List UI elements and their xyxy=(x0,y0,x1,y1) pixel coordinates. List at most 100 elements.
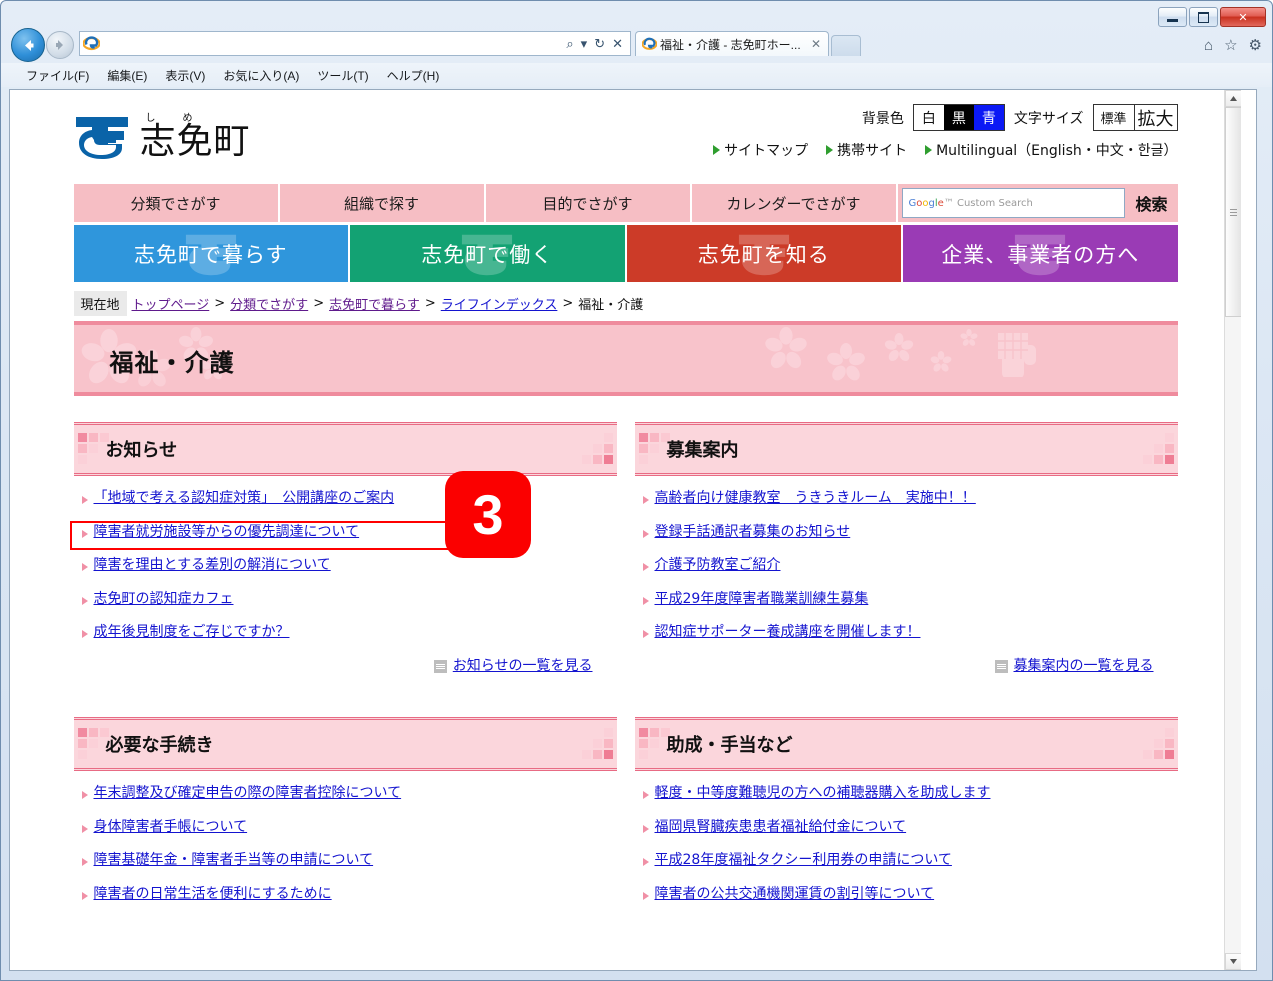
breadcrumb-item-lifeindex[interactable]: ライフインデックス xyxy=(441,294,558,313)
notice-link-4[interactable]: 志免町の認知症カフェ xyxy=(94,591,234,609)
stop-icon[interactable]: ✕ xyxy=(612,37,623,50)
list-item[interactable]: 平成29年度障害者職業訓練生募集 xyxy=(635,591,1178,609)
menu-edit[interactable]: 編集(E) xyxy=(98,65,156,86)
tab-close-icon[interactable]: ✕ xyxy=(808,37,824,51)
nav-tab-organization[interactable]: 組織で探す xyxy=(279,184,484,222)
recruitment-more-link[interactable]: 募集案内の一覧を見る xyxy=(1014,658,1154,676)
list-item[interactable]: 身体障害者手帳について xyxy=(74,819,617,837)
notices-more-link[interactable]: お知らせの一覧を見る xyxy=(453,658,593,676)
subsidy-link-4[interactable]: 障害者の公共交通機関運賃の割引等について xyxy=(655,886,935,904)
nav-tab-purpose[interactable]: 目的でさがす xyxy=(485,184,690,222)
logo-ruby: しめ xyxy=(146,109,257,124)
address-bar[interactable]: ⌕ ▾ ↻ ✕ xyxy=(79,31,631,56)
utility-links: サイトマップ 携帯サイト Multilingual（English・中文・한글） xyxy=(713,140,1178,160)
new-tab-button[interactable] xyxy=(831,35,861,56)
list-item[interactable]: 障害者就労施設等からの優先調達について xyxy=(74,524,617,542)
list-item[interactable]: 障害を理由とする差別の解消について xyxy=(74,557,617,575)
notice-link-1[interactable]: 「地域で考える認知症対策」 公開講座のご案内 xyxy=(94,490,395,508)
nav-tab-calendar[interactable]: カレンダーでさがす xyxy=(691,184,896,222)
notices-more-row[interactable]: お知らせの一覧を見る xyxy=(74,658,617,676)
page-title: 福祉・介護 xyxy=(109,349,235,377)
breadcrumb-item-living[interactable]: 志免町で暮らす xyxy=(329,294,420,313)
gear-icon[interactable]: ⚙ xyxy=(1249,38,1262,53)
scroll-down-button[interactable] xyxy=(1225,953,1241,970)
search-input[interactable]: Google™ Custom Search xyxy=(901,188,1126,218)
bgcolor-white-button[interactable]: 白 xyxy=(913,105,944,130)
list-item[interactable]: 介護予防教室ご紹介 xyxy=(635,557,1178,575)
list-item[interactable]: 認知症サポーター養成講座を開催します！ xyxy=(635,624,1178,642)
banner-know[interactable]: 志免町を知る xyxy=(626,225,901,282)
recruitment-link-5[interactable]: 認知症サポーター養成講座を開催します！ xyxy=(655,624,921,642)
recruitment-link-3[interactable]: 介護予防教室ご紹介 xyxy=(655,557,781,575)
banner-business[interactable]: 企業、事業者の方へ xyxy=(903,225,1178,282)
menu-file[interactable]: ファイル(F) xyxy=(17,65,98,86)
maximize-button[interactable] xyxy=(1189,7,1218,27)
home-icon[interactable]: ⌂ xyxy=(1204,38,1213,53)
refresh-icon[interactable]: ↻ xyxy=(594,37,605,50)
list-item[interactable]: 志免町の認知症カフェ xyxy=(74,591,617,609)
breadcrumb-item-top[interactable]: トップページ xyxy=(132,294,210,313)
search-icon[interactable]: ⌕ xyxy=(566,37,573,50)
forward-button[interactable] xyxy=(46,31,74,59)
list-item[interactable]: 年末調整及び確定申告の際の障害者控除について xyxy=(74,785,617,803)
close-button[interactable]: ✕ xyxy=(1220,7,1266,27)
list-item[interactable]: 平成28年度福祉タクシー利用券の申請について xyxy=(635,852,1178,870)
list-item[interactable]: 成年後見制度をご存じですか？ xyxy=(74,624,617,642)
list-item[interactable]: 軽度・中等度難聴児の方への補聴器購入を助成します xyxy=(635,785,1178,803)
recruitment-link-2[interactable]: 登録手話通訳者募集のお知らせ xyxy=(655,524,851,542)
list-item[interactable]: 福岡県腎臓疾患患者福祉給付金について xyxy=(635,819,1178,837)
subsidy-link-2[interactable]: 福岡県腎臓疾患患者福祉給付金について xyxy=(655,819,907,837)
vertical-scrollbar[interactable] xyxy=(1224,90,1241,970)
tm-symbol: ™ xyxy=(943,197,954,209)
textsize-large-button[interactable]: 拡大 xyxy=(1133,105,1177,130)
menu-view[interactable]: 表示(V) xyxy=(156,65,214,86)
bullet-arrow-icon xyxy=(642,891,649,900)
procedure-link-1[interactable]: 年末調整及び確定申告の際の障害者控除について xyxy=(94,785,402,803)
nav-tab-category[interactable]: 分類でさがす xyxy=(73,184,278,222)
menu-tools[interactable]: ツール(T) xyxy=(308,65,377,86)
textsize-standard-button[interactable]: 標準 xyxy=(1093,105,1134,130)
bgcolor-black-button[interactable]: 黒 xyxy=(943,105,974,130)
back-button[interactable] xyxy=(11,28,45,62)
menu-favorites[interactable]: お気に入り(A) xyxy=(214,65,308,86)
bullet-arrow-icon xyxy=(81,891,88,900)
mobile-site-link-label: 携帯サイト xyxy=(837,143,908,159)
list-item[interactable]: 障害基礎年金・障害者手当等の申請について xyxy=(74,852,617,870)
site-logo[interactable]: しめ 志免町 xyxy=(74,112,251,160)
procedure-link-2[interactable]: 身体障害者手帳について xyxy=(94,819,248,837)
scrollbar-track[interactable] xyxy=(1225,317,1241,953)
list-item[interactable]: 高齢者向け健康教室 うきうきルーム 実施中！！ xyxy=(635,490,1178,508)
banner-living[interactable]: 志免町で暮らす xyxy=(73,225,348,282)
breadcrumb-item-category[interactable]: 分類でさがす xyxy=(230,294,308,313)
sitemap-link[interactable]: サイトマップ xyxy=(713,140,808,160)
subsidy-link-1[interactable]: 軽度・中等度難聴児の方への補聴器購入を助成します xyxy=(655,785,991,803)
favorites-star-icon[interactable]: ☆ xyxy=(1224,38,1237,53)
recruitment-more-row[interactable]: 募集案内の一覧を見る xyxy=(635,658,1178,676)
procedure-link-4[interactable]: 障害者の日常生活を便利にするために xyxy=(94,886,332,904)
scrollbar-thumb[interactable] xyxy=(1225,107,1241,317)
scroll-up-button[interactable] xyxy=(1225,90,1241,107)
bgcolor-blue-button[interactable]: 青 xyxy=(973,105,1004,130)
address-input[interactable] xyxy=(102,34,560,53)
multilingual-link[interactable]: Multilingual（English・中文・한글） xyxy=(925,140,1178,160)
notice-link-5[interactable]: 成年後見制度をご存じですか？ xyxy=(94,624,290,642)
recruitment-link-1[interactable]: 高齢者向け健康教室 うきうきルーム 実施中！！ xyxy=(655,490,976,508)
list-item[interactable]: 「地域で考える認知症対策」 公開講座のご案内 xyxy=(74,490,617,508)
subsidy-link-3[interactable]: 平成28年度福祉タクシー利用券の申請について xyxy=(655,852,952,870)
panel-subsidies-body: 軽度・中等度難聴児の方への補聴器購入を助成します 福岡県腎臓疾患患者福祉給付金に… xyxy=(635,771,1178,903)
banner-working[interactable]: 志免町で働く xyxy=(350,225,625,282)
chevron-down-icon[interactable]: ▾ xyxy=(581,37,588,50)
menu-help[interactable]: ヘルプ(H) xyxy=(378,65,449,86)
recruitment-link-4[interactable]: 平成29年度障害者職業訓練生募集 xyxy=(655,591,869,609)
search-button[interactable]: 検索 xyxy=(1131,191,1171,215)
mobile-site-link[interactable]: 携帯サイト xyxy=(826,140,907,160)
list-item[interactable]: 障害者の日常生活を便利にするために xyxy=(74,886,617,904)
procedure-link-3[interactable]: 障害基礎年金・障害者手当等の申請について xyxy=(94,852,374,870)
list-item[interactable]: 登録手話通訳者募集のお知らせ xyxy=(635,524,1178,542)
panel-notices-body: 「地域で考える認知症対策」 公開講座のご案内 障害者就労施設等からの優先調達につ… xyxy=(74,476,617,675)
minimize-button[interactable] xyxy=(1158,7,1187,27)
browser-tab[interactable]: 福祉・介護 - 志免町ホー... ✕ xyxy=(635,31,829,56)
list-item[interactable]: 障害者の公共交通機関運賃の割引等について xyxy=(635,886,1178,904)
notice-link-2[interactable]: 障害者就労施設等からの優先調達について xyxy=(94,524,360,542)
notice-link-3[interactable]: 障害を理由とする差別の解消について xyxy=(94,557,331,575)
